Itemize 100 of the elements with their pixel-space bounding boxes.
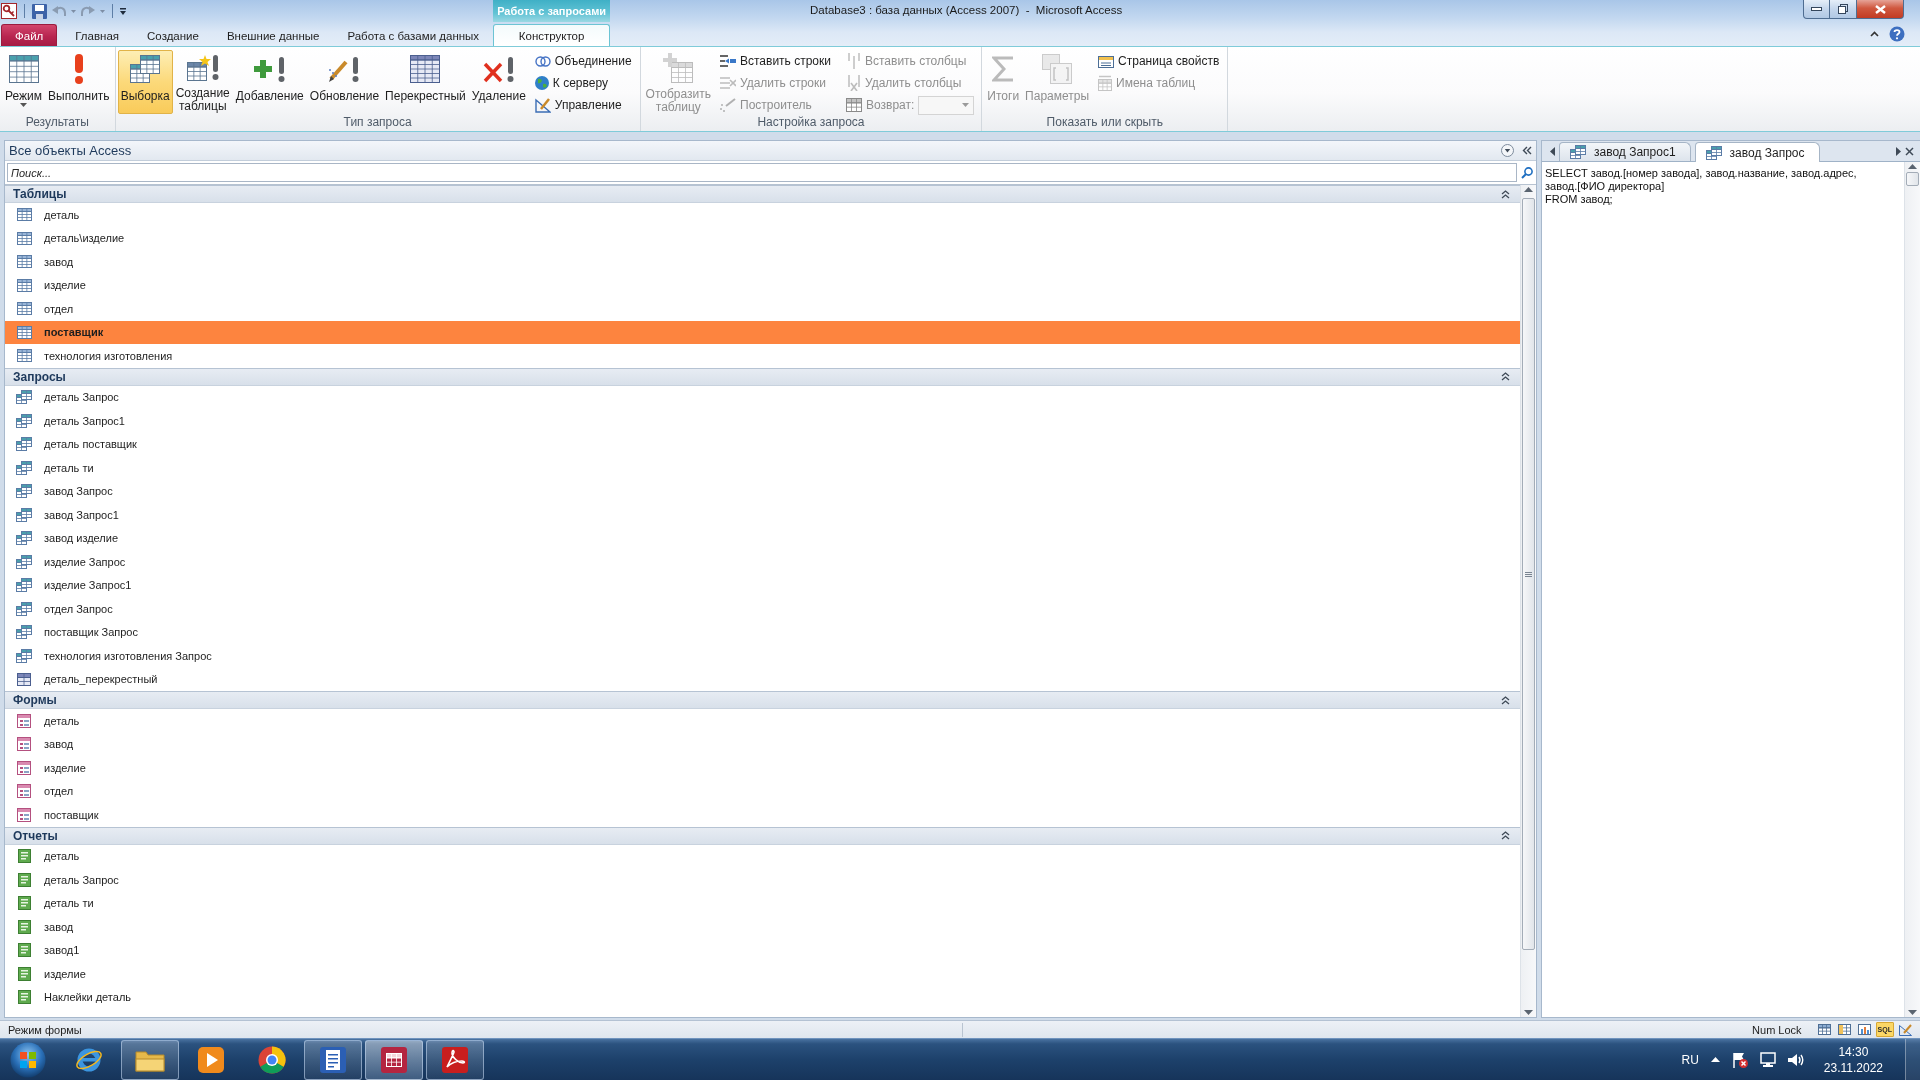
wand-icon xyxy=(720,98,736,112)
insert-rows-icon xyxy=(720,54,736,68)
scroll-up-icon[interactable] xyxy=(1524,187,1533,192)
save-icon[interactable] xyxy=(32,3,47,19)
ribbon-button[interactable]: Удаление xyxy=(468,50,529,114)
ribbon-button[interactable]: Выполнить xyxy=(45,50,113,114)
flag-icon[interactable] xyxy=(1731,1051,1748,1068)
grid-icon xyxy=(409,54,442,84)
scroll-down-icon[interactable] xyxy=(1908,1010,1917,1015)
ribbon-button[interactable]: Создание таблицы xyxy=(172,50,233,114)
show-desktop-button[interactable] xyxy=(1905,1038,1920,1080)
query-icon xyxy=(16,531,32,546)
group-label: Показать или скрыть xyxy=(1045,116,1164,131)
ribbon-button[interactable]: Управление xyxy=(530,94,636,116)
view-button[interactable] xyxy=(1897,1022,1914,1037)
ribbon-tab[interactable]: Главная xyxy=(61,24,134,46)
design-view-icon xyxy=(1899,1023,1912,1036)
pencil-exclamation-icon xyxy=(328,55,361,83)
ribbon-button[interactable]: Добавление xyxy=(232,50,307,114)
query-icon xyxy=(16,554,32,569)
ribbon-tab[interactable]: Внешние данные xyxy=(212,24,334,46)
table-icon xyxy=(16,231,32,245)
form-icon xyxy=(17,807,31,822)
taskbar-button[interactable] xyxy=(426,1039,484,1080)
ribbon-button[interactable]: Обновление xyxy=(306,50,383,114)
scroll-thumb[interactable] xyxy=(1906,172,1919,186)
ribbon-button[interactable]: Перекрестный xyxy=(382,50,469,114)
taskbar-button[interactable] xyxy=(365,1039,423,1080)
section-header[interactable]: Формы xyxy=(5,691,1520,709)
ribbon-button[interactable]: Вставить строки xyxy=(716,50,835,72)
scroll-down-icon[interactable] xyxy=(1524,1010,1533,1015)
collapse-ribbon-icon[interactable] xyxy=(1870,31,1879,37)
table-icon xyxy=(16,325,32,339)
help-icon[interactable] xyxy=(1889,26,1905,42)
query-icon xyxy=(16,413,32,428)
ribbon-button[interactable]: Страница свойств xyxy=(1094,50,1224,72)
dropdown-circle-icon[interactable] xyxy=(1501,144,1514,157)
tab-scroll-left-icon[interactable] xyxy=(1550,146,1555,156)
query-icon xyxy=(16,507,32,522)
ribbon-tab[interactable]: Файл xyxy=(1,24,58,46)
close-button[interactable] xyxy=(1857,0,1904,19)
view-button[interactable] xyxy=(1815,1022,1833,1037)
cross-exclamation-icon xyxy=(482,55,515,83)
view-button[interactable] xyxy=(1835,1022,1853,1037)
scrollbar[interactable] xyxy=(1520,185,1536,1017)
show-hidden-icons-icon[interactable] xyxy=(1710,1057,1720,1062)
ribbon-tab[interactable]: Работа с базами данных xyxy=(333,24,494,46)
rings-icon xyxy=(534,55,551,67)
scrollbar[interactable] xyxy=(1904,162,1920,1017)
table-plus-icon xyxy=(663,53,694,83)
clock-date: 23.11.2022 xyxy=(1823,1060,1883,1075)
search-field[interactable]: Поиск... xyxy=(7,163,1517,182)
exclamation-icon xyxy=(73,54,84,84)
restore-button[interactable] xyxy=(1830,0,1857,19)
tab-scroll-right-icon[interactable] xyxy=(1896,146,1901,156)
crosstab-icon xyxy=(17,672,31,686)
sigma-icon xyxy=(992,56,1015,82)
volume-icon[interactable] xyxy=(1787,1052,1804,1067)
caret-icon xyxy=(20,103,27,107)
group-label: Тип запроса xyxy=(342,116,413,131)
ribbon-button[interactable]: К серверу xyxy=(530,72,636,94)
insert-columns-icon xyxy=(847,53,861,69)
scroll-up-icon[interactable] xyxy=(1908,164,1917,169)
pivot-chart-icon xyxy=(1857,1024,1871,1035)
ribbon-tab[interactable]: Создание xyxy=(133,24,213,46)
sql-text[interactable]: SELECT завод.[номер завода], завод.название, завод.адрес, завод.[ФИО директора] FROM завод; xyxy=(1542,162,1904,1017)
customize-icon[interactable] xyxy=(120,7,126,15)
language-indicator[interactable]: RU xyxy=(1681,1052,1699,1067)
status-text: Режим формы xyxy=(8,1023,82,1036)
search-icon[interactable] xyxy=(1521,166,1533,179)
ribbon-button[interactable]: Выборка xyxy=(117,50,173,114)
query-icon xyxy=(16,625,32,640)
group-label: Настройка запроса xyxy=(756,116,866,131)
ribbon-button[interactable]: Объединение xyxy=(530,50,636,72)
property-sheet-icon xyxy=(1098,54,1115,68)
taskbar-button[interactable] xyxy=(121,1039,179,1080)
close-icon[interactable] xyxy=(1905,146,1914,156)
key-icon[interactable] xyxy=(1,3,17,19)
ribbon-button[interactable]: Режим xyxy=(2,50,45,114)
report-icon xyxy=(17,896,31,911)
table-grid-icon xyxy=(7,54,40,84)
taskbar-button[interactable] xyxy=(304,1039,362,1080)
report-icon xyxy=(17,872,31,887)
table-icon xyxy=(16,278,32,292)
view-button[interactable] xyxy=(1855,1022,1873,1037)
delete-rows-icon xyxy=(720,76,736,90)
network-icon[interactable] xyxy=(1759,1052,1776,1067)
double-chevron-left-icon[interactable] xyxy=(1522,146,1532,155)
query-icon xyxy=(16,601,32,616)
document-tab[interactable]: завод Запрос1 xyxy=(1559,142,1691,161)
ribbon-tab[interactable]: Конструктор xyxy=(493,24,611,46)
document-tab[interactable]: завод Запрос xyxy=(1694,142,1820,162)
table-names-icon xyxy=(1098,75,1113,91)
nav-item[interactable]: поставщик xyxy=(5,320,1520,344)
section-header[interactable]: Таблицы xyxy=(5,185,1520,203)
minimize-button[interactable] xyxy=(1803,0,1830,19)
minimize-icon xyxy=(1811,7,1822,11)
table-tile-icon xyxy=(381,1046,407,1073)
query-icon xyxy=(16,578,32,593)
scroll-thumb[interactable] xyxy=(1522,198,1535,950)
